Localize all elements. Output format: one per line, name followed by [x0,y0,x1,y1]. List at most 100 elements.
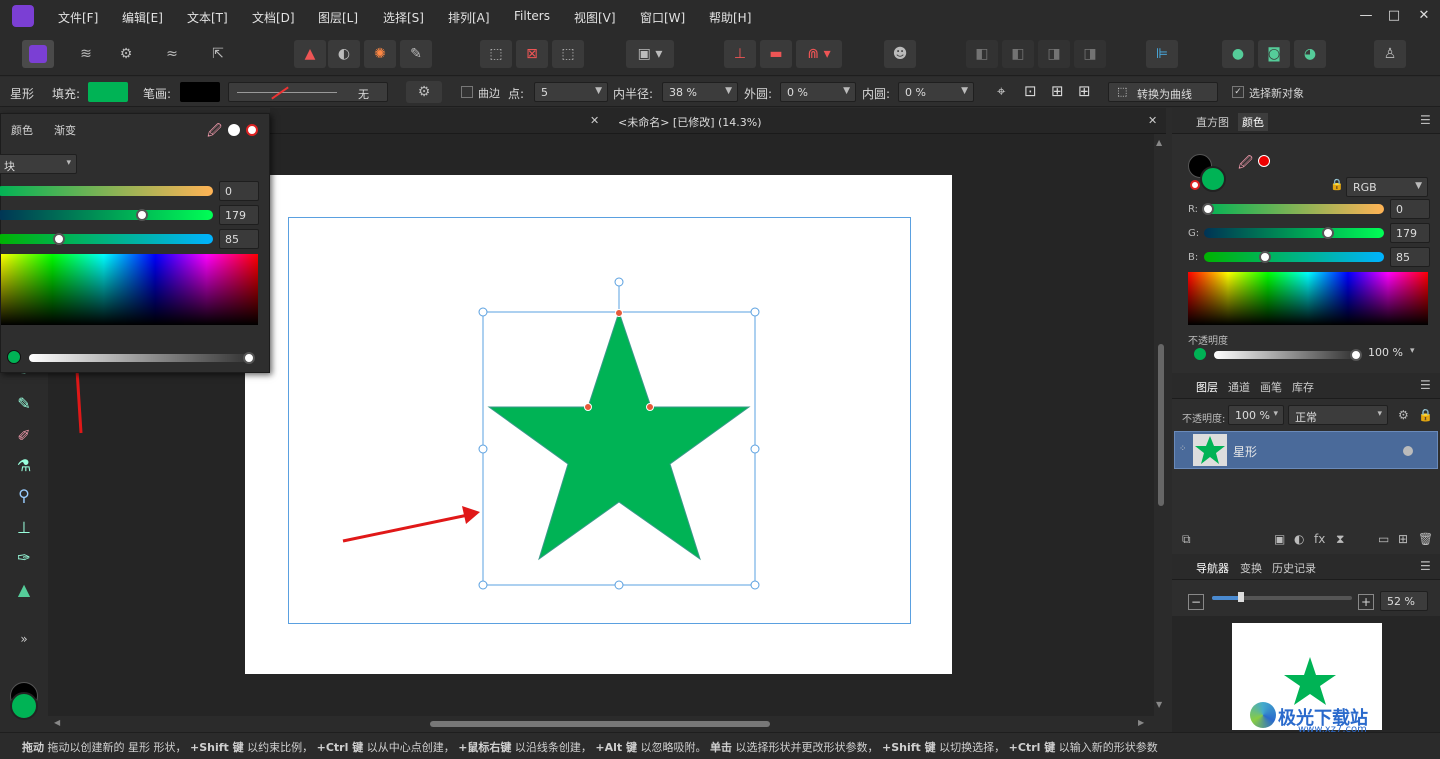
color-panel-header: 直方图 颜色 ☰ [1172,108,1440,134]
watermark-logo-icon [1250,702,1276,728]
r-label: R: [1188,204,1199,215]
opacity-slider-knob[interactable] [243,352,255,364]
horizontal-scroll-thumb[interactable] [430,721,770,727]
trash-icon[interactable]: 🗑 [1418,532,1433,546]
fill-color-well[interactable] [10,692,38,720]
lock-icon[interactable]: 🔒 [1418,408,1433,422]
mask-layer-icon[interactable]: ▣ [1274,532,1285,546]
lock-icon[interactable]: 🔒 [1330,178,1344,191]
stamp-tool-icon[interactable]: ⊥ [13,518,35,540]
live-filter-icon[interactable]: ⧗ [1336,532,1344,547]
right-opacity-knob[interactable] [1350,349,1362,361]
layer-opacity-field[interactable]: 100 % ▾ [1228,405,1284,425]
expand-tools-icon[interactable]: » [13,632,35,654]
right-green-slider[interactable] [1204,228,1384,238]
right-color-spectrum[interactable] [1188,272,1428,325]
folder-icon[interactable]: ▭ [1378,532,1389,546]
right-blue-value[interactable]: 85 [1390,247,1430,267]
vertical-scrollbar[interactable]: ▲ ▼ [1154,134,1168,716]
zoom-field[interactable]: 52 % [1380,591,1428,611]
panel-menu-icon[interactable]: ☰ [1420,559,1431,573]
right-opacity-slider[interactable] [1214,351,1356,359]
color-model-dropdown[interactable]: RGB ▼ [1346,177,1428,197]
tab-histogram[interactable]: 直方图 [1196,114,1229,130]
pencil-tool-icon[interactable]: ✎ [13,394,35,416]
status-hint: 拖动 拖动以创建新的 星形 形状， +Shift 键 以约束比例， +Ctrl … [22,739,1158,755]
layer-visibility-dot[interactable] [1403,446,1413,456]
blue-slider[interactable] [0,234,213,244]
horizontal-scrollbar[interactable]: ◀ ▶ [48,716,1154,732]
fill-tool-icon[interactable]: ⚗ [13,456,35,478]
tab-gradient[interactable]: 渐变 [54,122,76,138]
fill-color-circle[interactable] [1200,166,1226,192]
tab-color-panel[interactable]: 颜色 [1238,113,1268,131]
zoom-in-button[interactable]: + [1358,594,1374,610]
scroll-right-icon[interactable]: ▶ [1138,718,1144,727]
red-value-field[interactable]: 0 [219,181,259,201]
panel-menu-icon[interactable]: ☰ [1420,113,1431,127]
gear-icon[interactable]: ⚙ [1398,408,1409,422]
tab-history[interactable]: 历史记录 [1272,560,1316,576]
status-text: 以切换选择， [935,741,1006,754]
right-blue-knob[interactable] [1259,251,1271,263]
tab-transform[interactable]: 变换 [1240,560,1262,576]
opacity-value[interactable]: 100 % [1368,346,1403,359]
eyedropper-icon[interactable]: 🖉 [1238,152,1253,176]
blend-mode-dropdown[interactable]: 正常 ▾ [1288,405,1388,425]
scroll-up-icon[interactable]: ▲ [1156,138,1162,147]
opacity-slider[interactable] [29,354,251,362]
scroll-down-icon[interactable]: ▼ [1156,700,1162,709]
layer-arrange-icon[interactable]: ⧉ [1182,532,1191,547]
chevron-down-icon: ▾ [1377,409,1382,419]
right-red-slider[interactable] [1204,204,1384,214]
tab-navigator[interactable]: 导航器 [1196,560,1229,576]
right-red-knob[interactable] [1202,203,1214,215]
layer-name[interactable]: 星形 [1233,443,1257,460]
b-label: B: [1188,252,1199,263]
eyedropper-icon[interactable]: 🖉 [207,120,222,144]
tab-layers[interactable]: 图层 [1196,379,1218,395]
status-text: 以约束比例， [243,741,314,754]
status-text: 以输入新的形状参数 [1055,741,1158,754]
chevron-down-icon[interactable]: ▾ [1410,346,1415,356]
right-green-value[interactable]: 179 [1390,223,1430,243]
g-label: G: [1188,228,1200,239]
chevron-down-icon: ▼ [1415,181,1422,191]
color-spectrum[interactable] [1,254,258,325]
brush-tool-icon[interactable]: ✐ [13,426,35,448]
zoom-tool-icon[interactable]: ⚲ [13,486,35,508]
zoom-slider-knob[interactable] [1238,592,1244,602]
white-swatch-icon[interactable] [228,124,240,136]
tab-brushes[interactable]: 画笔 [1260,379,1282,395]
zoom-out-button[interactable]: − [1188,594,1204,610]
triangle-tool-icon[interactable]: ▲ [13,580,35,602]
adjustment-layer-icon[interactable]: ◐ [1294,532,1304,546]
star-shape[interactable] [487,310,751,561]
panel-menu-icon[interactable]: ☰ [1420,378,1431,392]
layer-expand-icon[interactable]: ⁘ [1179,444,1187,454]
green-slider-knob[interactable] [136,209,148,221]
annotation-arrow-canvas [342,513,469,543]
layer-opacity-label: 不透明度: [1182,414,1226,425]
vector-brush-icon[interactable]: ✑ [13,548,35,570]
no-color-icon[interactable] [246,124,258,136]
layer-row-star[interactable]: ⁘ 星形 [1174,431,1438,469]
right-red-value[interactable]: 0 [1390,199,1430,219]
picked-color-dot [1258,155,1270,167]
green-slider[interactable] [0,210,213,220]
fx-icon[interactable]: fx [1314,532,1325,546]
vertical-scroll-thumb[interactable] [1158,344,1164,506]
add-layer-icon[interactable]: ⊞ [1398,532,1408,546]
tab-stock[interactable]: 库存 [1292,379,1314,395]
right-blue-slider[interactable] [1204,252,1384,262]
green-value-field[interactable]: 179 [219,205,259,225]
tab-channels[interactable]: 通道 [1228,379,1250,395]
blue-value-field[interactable]: 85 [219,229,259,249]
tab-color[interactable]: 颜色 [11,122,33,138]
red-slider[interactable] [0,186,213,196]
no-color-small-icon[interactable] [1190,180,1200,190]
right-green-knob[interactable] [1322,227,1334,239]
color-mode-dropdown[interactable]: 块 ▾ [0,154,77,174]
scroll-left-icon[interactable]: ◀ [54,718,60,727]
blue-slider-knob[interactable] [53,233,65,245]
